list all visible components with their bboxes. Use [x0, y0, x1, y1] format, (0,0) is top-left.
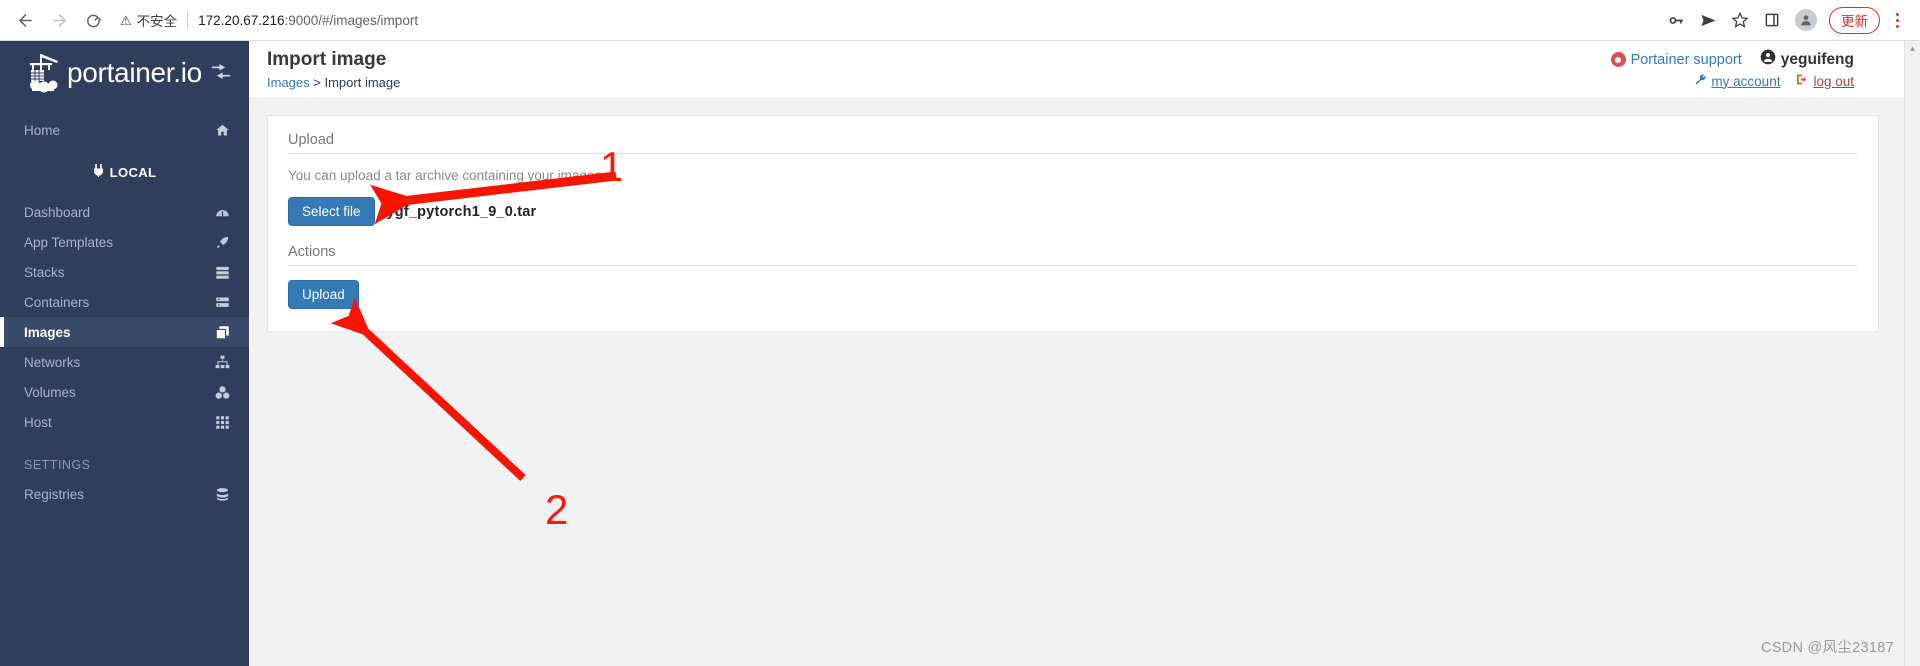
sidebar-logo-text: portainer.io	[67, 56, 202, 88]
browser-nav-buttons	[8, 3, 110, 37]
sidebar-item-app-templates[interactable]: App Templates	[0, 227, 249, 257]
address-bar[interactable]: ⚠ 不安全 172.20.67.216:9000/#/images/import	[120, 6, 1661, 34]
images-icon	[213, 325, 231, 340]
rocket-icon	[213, 235, 231, 250]
star-icon[interactable]	[1725, 5, 1755, 35]
sidebar-item-label: Networks	[24, 354, 81, 370]
forward-arrow-icon[interactable]	[42, 3, 76, 37]
support-label: Portainer support	[1630, 51, 1742, 68]
sidebar-item-images[interactable]: Images	[0, 317, 249, 347]
sidebar-item-label: Dashboard	[24, 204, 91, 220]
sidebar-environment-label: LOCAL	[109, 164, 157, 180]
sidebar-section-settings: SETTINGS	[24, 458, 91, 472]
collapse-sidebar-icon[interactable]	[211, 63, 231, 85]
sidebar-item-stacks[interactable]: Stacks	[0, 257, 249, 287]
sidebar-item-volumes[interactable]: Volumes	[0, 377, 249, 407]
containers-icon	[213, 295, 231, 310]
sidebar-item-label: Containers	[24, 294, 90, 310]
header-user-area: Portainer support yeguifeng my account l…	[1610, 49, 1854, 89]
portainer-logo-icon	[30, 53, 58, 92]
wrench-icon	[1694, 73, 1707, 89]
url-text: 172.20.67.216:9000/#/images/import	[198, 13, 418, 28]
upload-section-title: Upload	[288, 132, 1858, 154]
plug-icon	[93, 164, 104, 180]
sidebar-item-networks[interactable]: Networks	[0, 347, 249, 377]
current-username: yeguifeng	[1760, 49, 1854, 70]
portainer-support-link[interactable]: Portainer support	[1610, 51, 1742, 68]
send-icon[interactable]	[1693, 5, 1723, 35]
update-button[interactable]: 更新	[1829, 6, 1880, 34]
menu-kebab-icon[interactable]	[1884, 5, 1910, 35]
volumes-icon	[213, 385, 231, 400]
user-circle-icon	[1760, 49, 1776, 70]
annotation-number-1: 1	[600, 143, 624, 190]
browser-toolbar: ⚠ 不安全 172.20.67.216:9000/#/images/import…	[0, 0, 1920, 41]
logout-link[interactable]: log out	[1796, 73, 1854, 89]
sidebar-logo[interactable]: portainer.io	[0, 41, 249, 104]
key-icon[interactable]	[1661, 5, 1691, 35]
sidebar-item-dashboard[interactable]: Dashboard	[0, 197, 249, 227]
header-user-line2: my account log out	[1611, 73, 1854, 89]
signout-icon	[1796, 73, 1809, 89]
back-arrow-icon[interactable]	[8, 3, 42, 37]
page-body: portainer.io Home LOCAL Dashboard App Te…	[0, 41, 1920, 666]
sidebar-environment: LOCAL	[0, 157, 249, 187]
sidebar-item-containers[interactable]: Containers	[0, 287, 249, 317]
breadcrumb-separator: >	[313, 75, 321, 90]
sidebar-item-label: Host	[24, 414, 52, 430]
select-file-button[interactable]: Select file	[288, 197, 375, 226]
browser-toolbar-actions: 更新	[1661, 5, 1910, 35]
host-grid-icon	[213, 415, 231, 430]
username-label: yeguifeng	[1780, 50, 1854, 68]
selected-file-name: ygf_pytorch1_9_0.tar	[386, 203, 537, 220]
my-account-link[interactable]: my account	[1694, 73, 1780, 89]
logout-label: log out	[1813, 73, 1854, 89]
security-label: 不安全	[136, 14, 178, 29]
omnibox-divider	[187, 12, 189, 28]
sidebar-item-host[interactable]: Host	[0, 407, 249, 437]
my-account-label: my account	[1711, 73, 1781, 89]
import-image-panel: Upload You can upload a tar archive cont…	[267, 115, 1879, 332]
upload-help-text: You can upload a tar archive containing …	[288, 168, 605, 183]
sidebar-item-label: Stacks	[24, 264, 65, 280]
reload-icon[interactable]	[76, 3, 110, 37]
header-user-line1: Portainer support yeguifeng	[1610, 49, 1854, 70]
actions-section-title: Actions	[288, 244, 1858, 266]
sidebar-item-label: App Templates	[24, 234, 114, 250]
lifering-icon	[1610, 52, 1626, 67]
warning-triangle-icon: ⚠	[120, 12, 132, 28]
content-header: Import image Images > Import image Porta…	[249, 41, 1920, 97]
networks-icon	[213, 355, 231, 370]
sidebar-item-home[interactable]: Home	[0, 115, 249, 145]
sidebar-item-registries[interactable]: Registries	[0, 479, 249, 509]
sidebar-item-label: Registries	[24, 486, 85, 502]
breadcrumb-link-images[interactable]: Images	[267, 75, 310, 90]
breadcrumb-current: Import image	[324, 75, 401, 90]
home-icon	[213, 123, 231, 138]
scrollbar-up-arrow-icon[interactable]: ▲	[1905, 41, 1920, 56]
profile-avatar-icon[interactable]	[1795, 9, 1817, 31]
upload-button[interactable]: Upload	[288, 280, 359, 309]
sidebar: portainer.io Home LOCAL Dashboard App Te…	[0, 41, 249, 666]
page-scrollbar[interactable]: ▲	[1904, 41, 1920, 666]
main-area: Upload You can upload a tar archive cont…	[249, 97, 1920, 332]
sidebar-item-label: Home	[24, 122, 61, 138]
security-indicator[interactable]: ⚠ 不安全	[120, 10, 177, 30]
url-path: :9000/#/images/import	[284, 12, 419, 28]
annotation-number-2: 2	[545, 486, 569, 533]
url-host: 172.20.67.216	[198, 12, 285, 28]
sidepanel-icon[interactable]	[1757, 5, 1787, 35]
dashboard-icon	[213, 205, 231, 220]
stacks-icon	[213, 265, 231, 280]
file-select-row: Select file ygf_pytorch1_9_0.tar	[288, 197, 1858, 226]
main-content: Import image Images > Import image Porta…	[249, 41, 1920, 666]
watermark: CSDN @风尘23187	[1760, 640, 1894, 656]
sidebar-item-label: Images	[24, 324, 71, 340]
registries-icon	[213, 487, 231, 502]
sidebar-item-label: Volumes	[24, 384, 76, 400]
